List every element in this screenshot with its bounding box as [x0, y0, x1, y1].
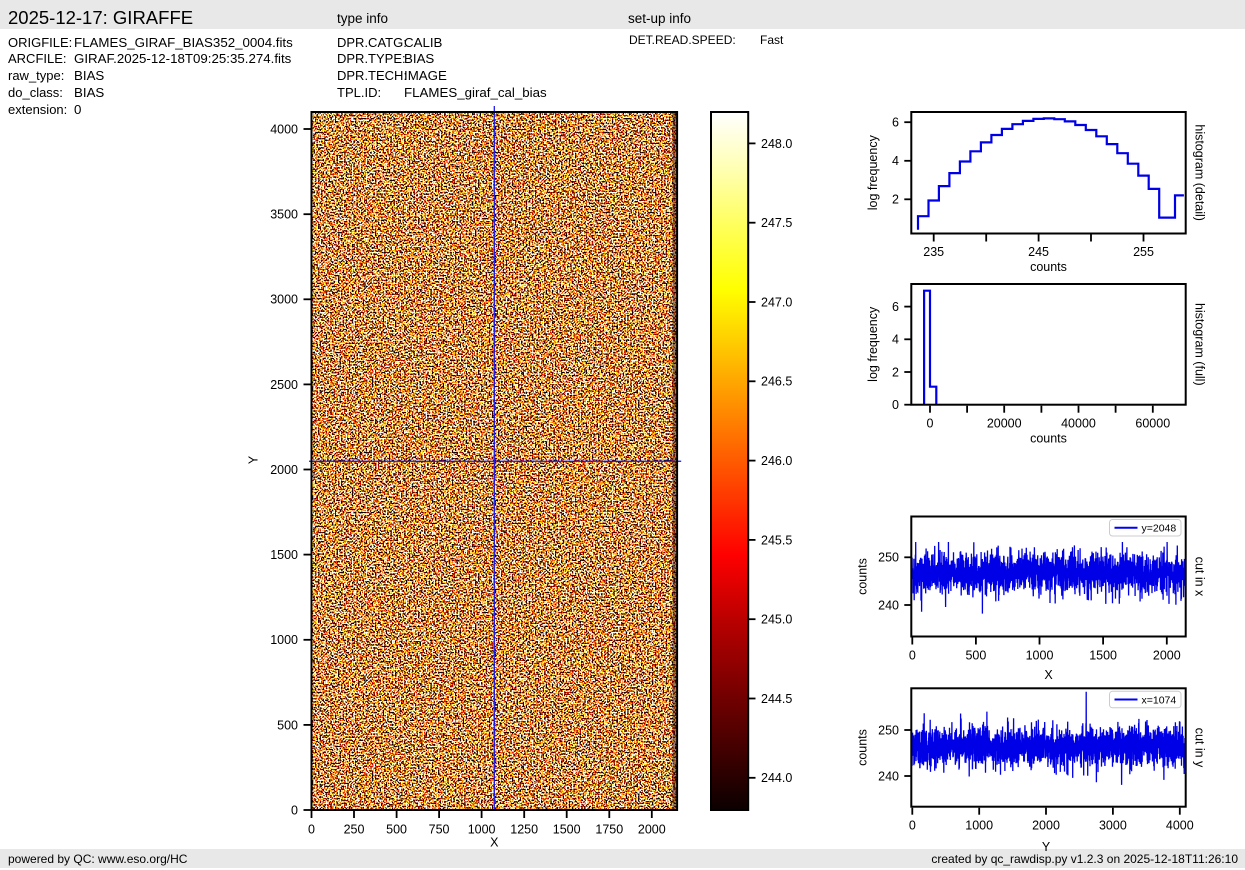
svg-text:3500: 3500	[270, 208, 298, 222]
svg-text:0: 0	[308, 823, 315, 837]
svg-text:240: 240	[878, 769, 899, 783]
svg-text:500: 500	[277, 718, 298, 732]
svg-text:500: 500	[386, 823, 407, 837]
svg-text:247.5: 247.5	[761, 216, 792, 230]
svg-text:235: 235	[923, 245, 944, 259]
svg-text:2: 2	[892, 365, 899, 379]
svg-text:counts: counts	[1030, 432, 1067, 446]
svg-text:3000: 3000	[1099, 819, 1127, 833]
svg-text:1500: 1500	[1089, 649, 1117, 663]
svg-text:1500: 1500	[553, 823, 581, 837]
svg-text:x=1074: x=1074	[1142, 694, 1177, 706]
svg-text:750: 750	[429, 823, 450, 837]
svg-text:245: 245	[1028, 245, 1049, 259]
svg-text:0: 0	[909, 649, 916, 663]
svg-text:2000: 2000	[1153, 649, 1181, 663]
svg-text:1000: 1000	[1026, 649, 1054, 663]
svg-text:246.5: 246.5	[761, 375, 792, 389]
svg-text:255: 255	[1133, 245, 1154, 259]
svg-text:X: X	[1044, 668, 1053, 682]
svg-text:1750: 1750	[595, 823, 623, 837]
svg-text:6: 6	[892, 300, 899, 314]
svg-text:244.5: 244.5	[761, 692, 792, 706]
svg-text:0: 0	[291, 803, 298, 817]
svg-text:1000: 1000	[965, 819, 993, 833]
svg-text:2000: 2000	[1032, 819, 1060, 833]
svg-text:250: 250	[344, 823, 365, 837]
svg-text:0: 0	[892, 398, 899, 412]
svg-text:250: 250	[878, 551, 899, 565]
svg-text:2: 2	[892, 193, 899, 207]
svg-text:4: 4	[892, 154, 899, 168]
svg-text:2500: 2500	[270, 378, 298, 392]
svg-text:y=2048: y=2048	[1142, 523, 1177, 535]
svg-text:counts: counts	[1030, 260, 1067, 274]
svg-text:20000: 20000	[987, 417, 1022, 431]
svg-text:4: 4	[892, 333, 899, 347]
svg-text:log frequency: log frequency	[866, 306, 880, 382]
svg-text:6: 6	[892, 116, 899, 130]
svg-text:cut in y: cut in y	[1193, 728, 1207, 768]
svg-text:246.0: 246.0	[761, 454, 792, 468]
svg-text:245.0: 245.0	[761, 613, 792, 627]
svg-text:counts: counts	[856, 558, 870, 595]
svg-text:1250: 1250	[510, 823, 538, 837]
svg-text:3000: 3000	[270, 293, 298, 307]
svg-text:248.0: 248.0	[761, 137, 792, 151]
svg-text:245.5: 245.5	[761, 533, 792, 547]
svg-text:Y: Y	[1042, 840, 1051, 854]
svg-text:2000: 2000	[638, 823, 666, 837]
svg-text:1000: 1000	[468, 823, 496, 837]
svg-text:240: 240	[878, 598, 899, 612]
svg-text:4000: 4000	[1166, 819, 1194, 833]
svg-text:4000: 4000	[270, 122, 298, 136]
svg-text:2000: 2000	[270, 463, 298, 477]
svg-text:log frequency: log frequency	[866, 134, 880, 210]
svg-text:cut in x: cut in x	[1193, 557, 1207, 597]
svg-text:250: 250	[878, 723, 899, 737]
svg-text:counts: counts	[856, 729, 870, 766]
svg-text:60000: 60000	[1135, 417, 1170, 431]
svg-text:500: 500	[965, 649, 986, 663]
svg-text:histogram (full): histogram (full)	[1193, 303, 1207, 386]
svg-text:247.0: 247.0	[761, 295, 792, 309]
svg-text:Y: Y	[247, 455, 261, 464]
svg-text:histogram (detail): histogram (detail)	[1193, 124, 1207, 221]
svg-text:0: 0	[909, 819, 916, 833]
svg-text:X: X	[490, 836, 499, 850]
svg-text:244.0: 244.0	[761, 771, 792, 785]
svg-text:40000: 40000	[1061, 417, 1096, 431]
svg-text:1000: 1000	[270, 633, 298, 647]
svg-text:0: 0	[927, 417, 934, 431]
svg-text:1500: 1500	[270, 548, 298, 562]
